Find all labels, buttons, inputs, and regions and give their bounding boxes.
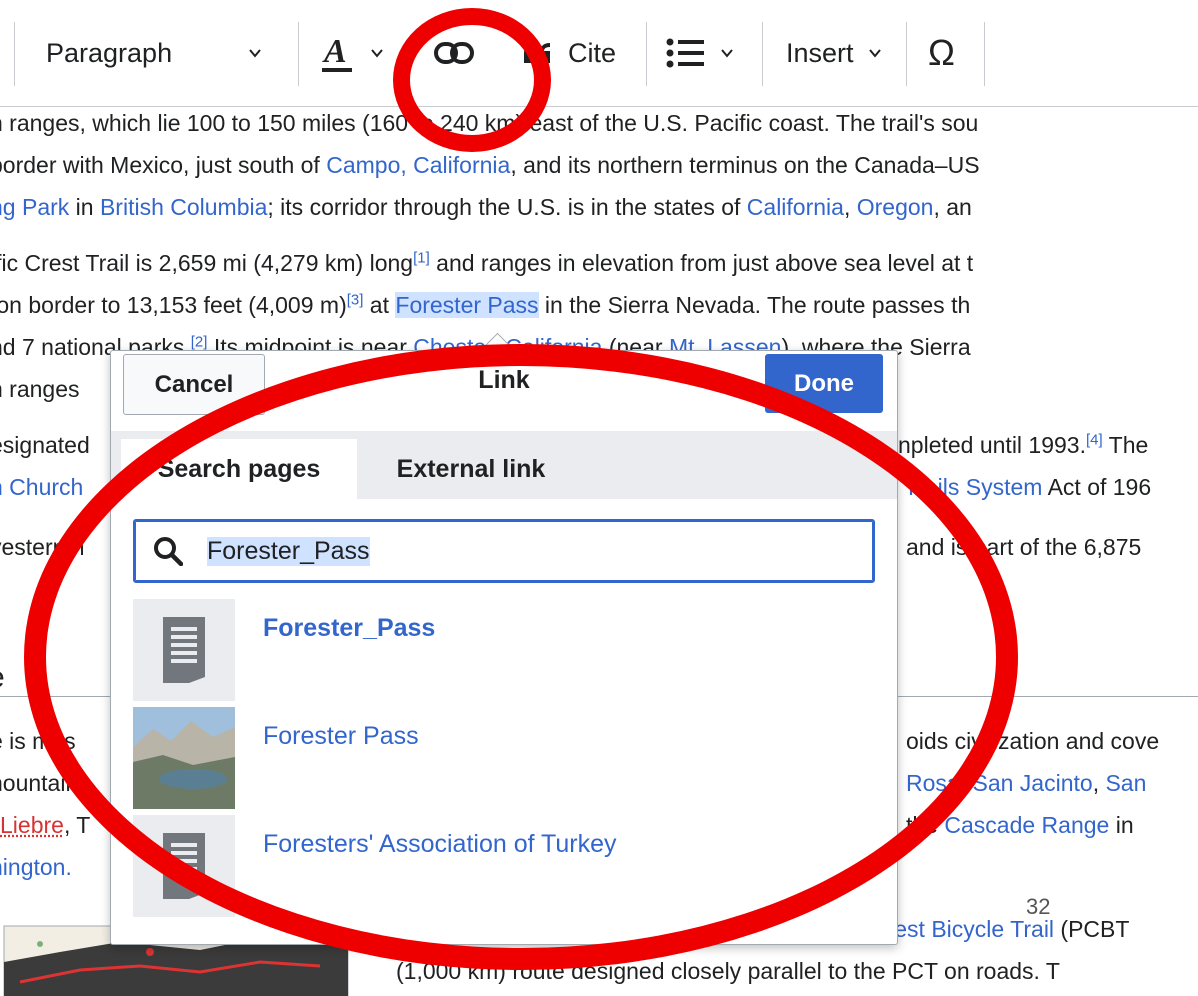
citation[interactable]: [1]	[413, 249, 430, 266]
link-church[interactable]: n Church	[0, 474, 83, 500]
text: npleted until 1993.	[898, 432, 1086, 458]
link-washington[interactable]: hington.	[0, 854, 72, 880]
text: in the Sierra Nevada. The route passes t…	[538, 292, 971, 318]
article-line: ific Crest Trail is 2,659 mi (4,279 km) …	[0, 246, 973, 280]
link-san-jacinto[interactable]: San Jacinto	[972, 770, 1092, 796]
toolbar-separator	[906, 22, 907, 86]
text: , an	[933, 194, 972, 220]
insert-label: Insert	[786, 37, 854, 68]
article-line: n ranges	[0, 372, 80, 406]
toolbar-separator	[762, 22, 763, 86]
link-san[interactable]: San	[1105, 770, 1146, 796]
list-dropdown[interactable]	[666, 0, 746, 106]
article-line: esignated	[0, 428, 90, 462]
text: ,	[1092, 770, 1106, 796]
article-line: ton border to 13,153 feet (4,009 m)[3] a…	[0, 288, 970, 322]
chevron-down-icon	[721, 49, 733, 58]
section-heading: e	[0, 661, 5, 695]
text: border with Mexico, just south of	[0, 152, 327, 178]
text: ,	[843, 194, 857, 220]
cite-label: Cite	[568, 37, 617, 68]
text: and ranges in elevation from just above …	[429, 250, 974, 276]
text-style-icon: A	[322, 33, 352, 72]
selected-link-forester-pass[interactable]: Forester Pass	[395, 292, 539, 318]
text: esignated	[0, 432, 90, 458]
citation[interactable]: [3]	[347, 291, 364, 308]
text: , T	[63, 812, 91, 838]
article-line: hington.	[0, 850, 72, 884]
text: ific Crest Trail is 2,659 mi (4,279 km) …	[0, 250, 414, 276]
text: , and its northern terminus on the Canad…	[510, 152, 980, 178]
text: in	[1109, 812, 1134, 838]
svg-text:A: A	[322, 33, 347, 70]
text: ton border to 13,153 feet (4,009 m)	[0, 292, 347, 318]
link-cascade-range[interactable]: Cascade Range	[944, 812, 1109, 838]
annotation-circle-link-tool	[393, 8, 551, 152]
article-line: Crest Bicycle Trail (PCBT	[870, 912, 1129, 946]
chevron-down-icon	[371, 49, 383, 58]
article-line: border with Mexico, just south of Campo,…	[0, 148, 980, 182]
paragraph-format-dropdown[interactable]: Paragraph	[46, 0, 276, 106]
insert-dropdown[interactable]: Insert	[786, 0, 896, 106]
editor-toolbar: Paragraph A Cite Insert Ω	[0, 0, 1198, 107]
special-character-button[interactable]: Ω	[928, 0, 968, 106]
text: in	[69, 194, 100, 220]
page-number: 32	[1026, 894, 1051, 919]
paragraph-format-label: Paragraph	[46, 37, 173, 68]
annotation-circle-dialog	[24, 344, 1018, 970]
article-line: npleted until 1993.[4] The	[898, 428, 1148, 462]
toolbar-separator	[646, 22, 647, 86]
article-line: Liebre, T	[0, 808, 90, 842]
article-line: ng Park in British Columbia; its corrido…	[0, 190, 972, 224]
chevron-down-icon	[249, 49, 261, 58]
text: (PCBT	[1054, 916, 1130, 942]
toolbar-separator	[984, 22, 985, 86]
link-park[interactable]: ng Park	[0, 194, 69, 220]
article-line: n Church	[0, 470, 83, 504]
red-link-liebre[interactable]: Liebre	[0, 812, 64, 838]
link-california[interactable]: California	[747, 194, 844, 220]
bullet-list-icon	[666, 38, 704, 68]
text: n ranges	[0, 376, 80, 402]
citation[interactable]: [4]	[1086, 431, 1103, 448]
link-campo[interactable]: Campo, California	[326, 152, 510, 178]
chevron-down-icon	[868, 49, 881, 58]
link-oregon[interactable]: Oregon	[857, 194, 934, 220]
toolbar-separator	[298, 22, 299, 86]
text: ; its corridor through the U.S. is in th…	[267, 194, 747, 220]
text-style-dropdown[interactable]: A	[322, 0, 402, 106]
toolbar-separator	[14, 22, 15, 86]
omega-icon: Ω	[928, 32, 955, 73]
citation[interactable]: [2]	[191, 333, 208, 350]
text: at	[363, 292, 396, 318]
text: Act of 196	[1042, 474, 1152, 500]
text: The	[1102, 432, 1149, 458]
link-british-columbia[interactable]: British Columbia	[100, 194, 267, 220]
